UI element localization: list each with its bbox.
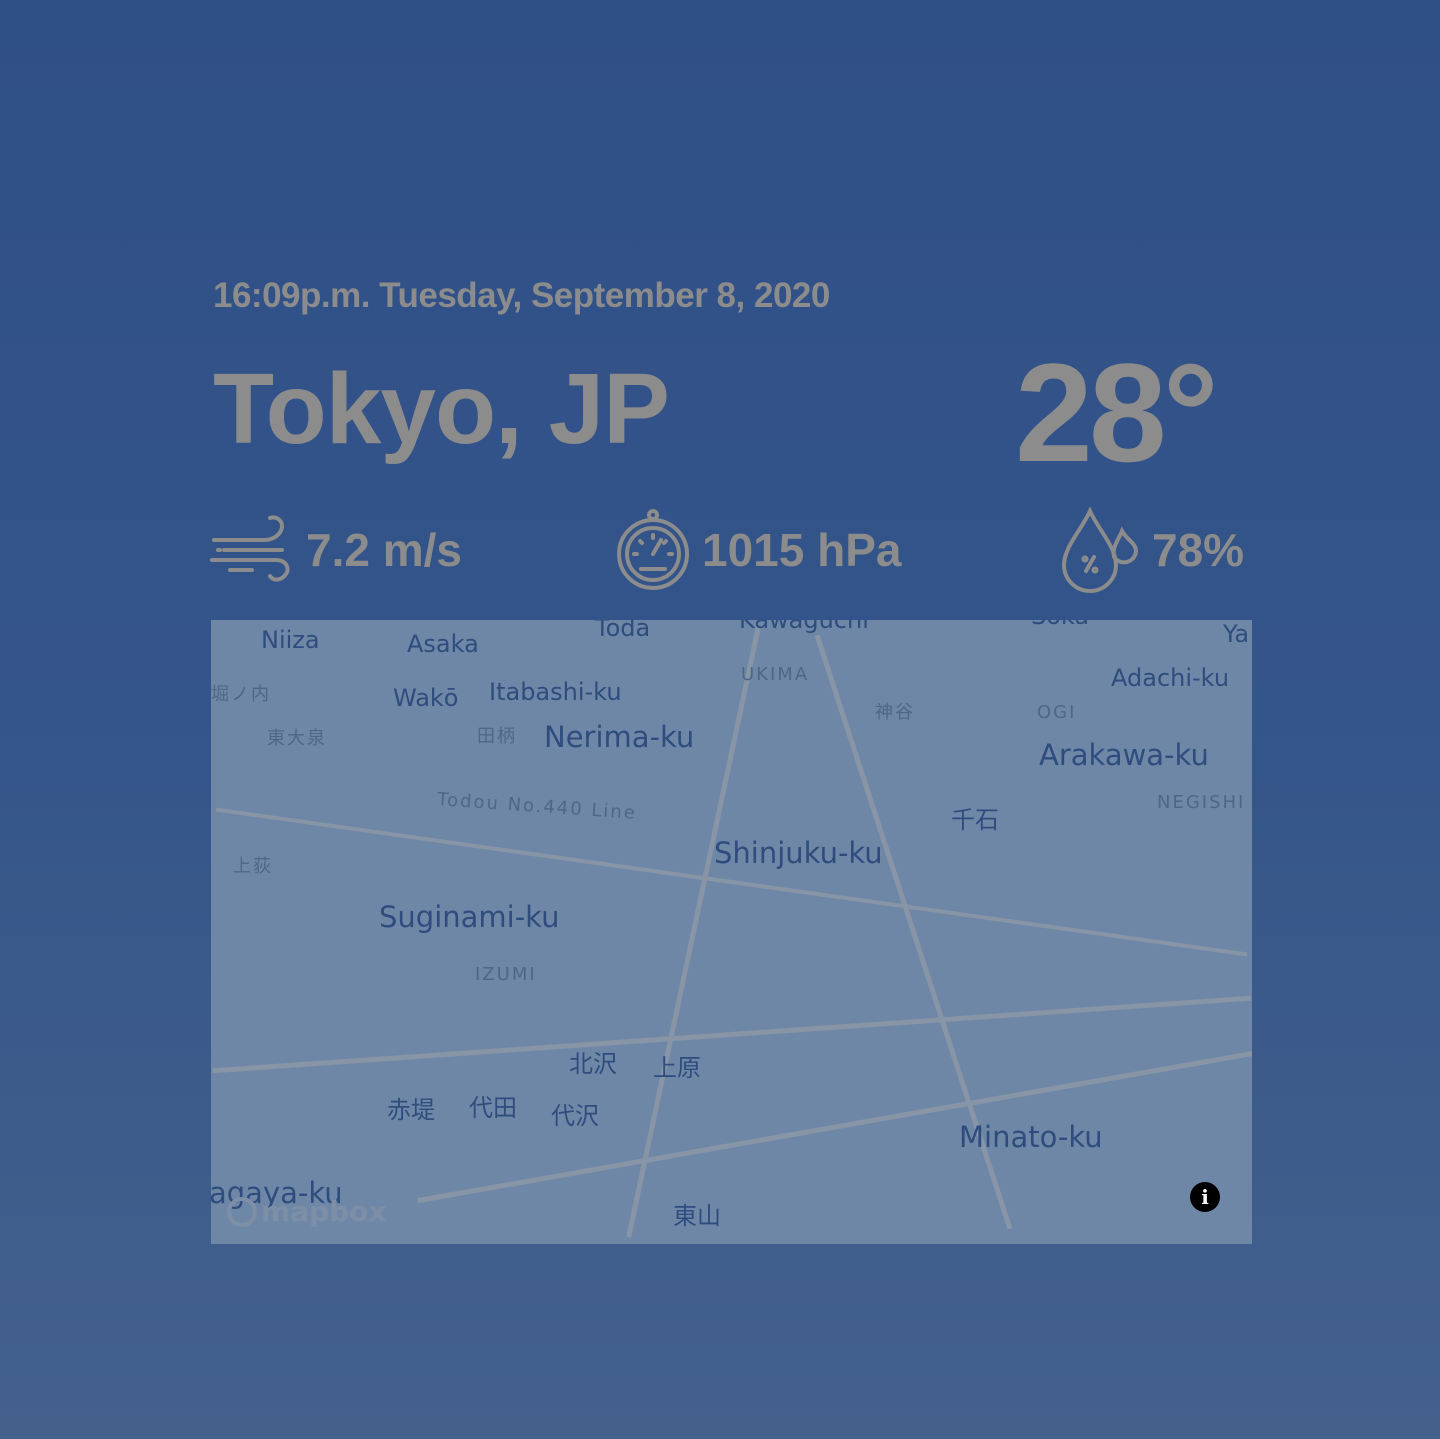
map-label: Shinjuku-ku bbox=[714, 836, 883, 870]
temperature: 28° bbox=[1015, 334, 1219, 491]
map-label: 代田 bbox=[469, 1094, 517, 1122]
map-label: NEGISHI bbox=[1157, 792, 1246, 813]
humidity-value: 78% bbox=[1152, 524, 1245, 576]
map-label: 田柄 bbox=[477, 726, 517, 747]
map-label: Itabashi-ku bbox=[489, 678, 622, 706]
barometer-icon bbox=[617, 509, 689, 590]
map-label: 東山 bbox=[673, 1202, 721, 1230]
map-label: 堀ノ内 bbox=[211, 684, 271, 705]
map-label: Suginami-ku bbox=[379, 900, 560, 934]
map-label: IZUMI bbox=[475, 964, 537, 985]
map-label: Adachi-ku bbox=[1111, 664, 1230, 692]
map-label: 上荻 bbox=[233, 856, 273, 877]
city-map[interactable]: Niiza Asaka Toda Kawaguchi Soka Ya Wakō Itabash… bbox=[211, 620, 1252, 1244]
map-label: Ya bbox=[1223, 620, 1250, 648]
map-label: 赤堤 bbox=[387, 1096, 435, 1124]
mapbox-logo-icon bbox=[227, 1196, 257, 1227]
mapbox-logo[interactable]: mapbox bbox=[227, 1195, 386, 1228]
map-label: Soka bbox=[1031, 620, 1089, 630]
map-label: 神谷 bbox=[875, 702, 915, 723]
map-label: OGI bbox=[1037, 702, 1077, 723]
map-label: Niiza bbox=[261, 626, 320, 654]
map-label: Toda bbox=[595, 620, 651, 642]
humidity-drops-icon bbox=[1061, 507, 1139, 593]
map-label: Todou No.440 Line bbox=[436, 789, 638, 824]
map-label: Asaka bbox=[407, 630, 479, 658]
map-label: 千石 bbox=[951, 806, 999, 834]
map-label: Nerima-ku bbox=[544, 720, 695, 754]
wind-value: 7.2 m/s bbox=[306, 524, 462, 576]
wind-icon bbox=[210, 515, 290, 582]
city-name: Tokyo, JP bbox=[213, 353, 670, 465]
mapbox-text: mapbox bbox=[261, 1195, 387, 1228]
pressure-value: 1015 hPa bbox=[702, 524, 902, 576]
map-label: Kawaguchi bbox=[739, 620, 869, 634]
map-label: Arakawa-ku bbox=[1039, 738, 1209, 772]
humidity-stat: 78% bbox=[1060, 505, 1244, 595]
pressure-stat: 1015 hPa bbox=[614, 505, 901, 595]
datetime: 16:09p.m. Tuesday, September 8, 2020 bbox=[213, 276, 830, 315]
info-icon[interactable]: i bbox=[1190, 1182, 1220, 1212]
map-label: 代沢 bbox=[551, 1102, 599, 1130]
map-label: 北沢 bbox=[569, 1050, 617, 1078]
map-label: 上原 bbox=[653, 1054, 701, 1082]
map-label: UKIMA bbox=[741, 664, 810, 685]
map-label: Wakō bbox=[393, 684, 459, 712]
map-label: 東大泉 bbox=[267, 728, 327, 749]
wind-stat: 7.2 m/s bbox=[210, 505, 462, 595]
map-label: Minato-ku bbox=[959, 1120, 1103, 1154]
